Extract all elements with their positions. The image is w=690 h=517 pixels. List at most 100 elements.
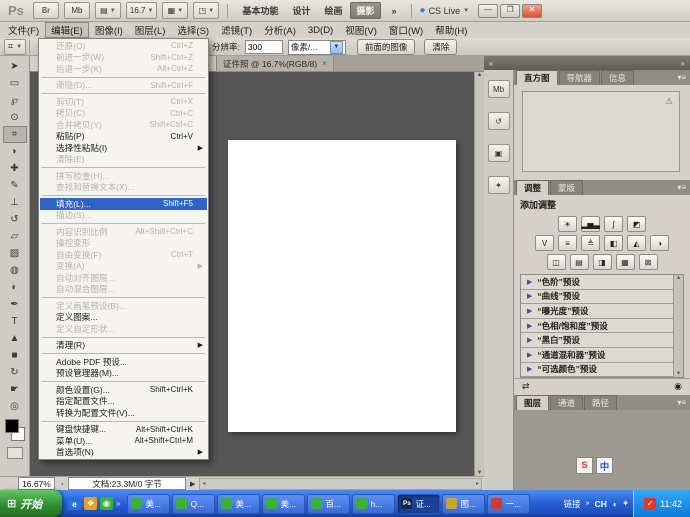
marquee-tool[interactable]: ▭ [3,75,27,92]
expand-triangle-icon[interactable]: ▶ [527,351,532,359]
panel-menu-icon[interactable]: ▾≡ [677,398,686,407]
crop-tool[interactable]: ⌗ [3,126,27,143]
collapse-panels-icon[interactable]: « [489,59,493,68]
workspace-button[interactable]: 摄影 [350,2,380,19]
panel-tab[interactable]: 直方图 [516,70,558,85]
color-balance-icon[interactable]: ≜ [581,235,600,251]
current-tool-badge[interactable]: ⌗ ▼ [4,39,26,55]
links-chevron-icon[interactable]: » [586,500,590,507]
minimize-button[interactable]: — [478,4,498,18]
edit-menu-item[interactable]: 颜色设置(G)...Shift+Ctrl+K [40,384,207,396]
expand-triangle-icon[interactable]: ▶ [527,322,532,330]
edit-menu-item[interactable]: 定义图案... [40,312,207,324]
preset-group-row[interactable]: ▶“色相/饱和度”预设 [521,319,673,334]
taskbar-app-button[interactable]: 美... [127,494,170,514]
panel-tab[interactable]: 调整 [516,180,549,195]
cs-live-button[interactable]: ● CS Live ▼ [420,5,470,16]
security-shield-icon[interactable]: ✓ [644,498,656,510]
resolution-unit-select[interactable]: 像素/... ▼ [288,40,346,55]
exposure-icon[interactable]: ◩ [627,216,646,232]
clock[interactable]: 11:42 [660,499,682,509]
edit-menu-item[interactable]: 转换为配置文件(V)... [40,407,207,419]
close-tab-icon[interactable]: × [322,59,327,68]
edit-menu-item[interactable]: 自动对齐图层... [40,272,207,284]
healing-brush-tool[interactable]: ✚ [3,160,27,177]
ie-icon[interactable]: e [68,497,81,510]
edit-menu-item[interactable]: 自动混合图层... [40,284,207,296]
threshold-icon[interactable]: ◨ [593,254,612,270]
status-expand-arrow-icon[interactable]: ▶ [190,480,195,488]
tray-misc-icon[interactable]: ✦ [622,498,629,509]
taskbar-app-button[interactable]: 百... [307,494,350,514]
browser-icon[interactable]: ◉ [100,497,113,510]
edit-menu-item[interactable]: 后退一步(K)Alt+Ctrl+Z [40,63,207,75]
eraser-tool[interactable]: ▱ [3,228,27,245]
edit-menu-item[interactable]: 填充(L)...Shift+F5 [40,198,207,210]
invert-icon[interactable]: ◫ [547,254,566,270]
menubar-item[interactable]: 图层(L) [129,22,172,38]
menubar-item[interactable]: 帮助(H) [429,22,473,38]
edit-menu-item[interactable]: 菜单(U)...Alt+Shift+Ctrl+M [40,435,207,447]
language-button[interactable]: 中 [596,457,613,474]
edit-menu-item[interactable]: 定义画笔预设(B)... [40,300,207,312]
edit-menu-item[interactable]: 指定配置文件... [40,396,207,408]
history-panel-icon[interactable]: ↺ [488,112,510,130]
edit-menu-item[interactable]: 粘贴(P)Ctrl+V [40,131,207,143]
gradient-tool[interactable]: ▨ [3,245,27,262]
preset-list-scrollbar[interactable]: ▲▼ [673,275,683,377]
close-button[interactable]: ✕ [522,4,542,18]
taskbar-app-button[interactable]: 一... [487,494,530,514]
edit-menu-item[interactable]: 定义自定形状... [40,323,207,335]
preset-group-row[interactable]: ▶“色阶”预设 [521,275,673,290]
mini-bridge-panel-icon[interactable]: Mb [488,80,510,98]
taskbar-app-button[interactable]: 图... [442,494,485,514]
workspace-overflow-button[interactable]: » [386,4,403,18]
panel-tab[interactable]: 信息 [601,70,634,85]
expand-triangle-icon[interactable]: ▶ [527,278,532,286]
levels-icon[interactable]: ▂▅▃ [581,216,600,232]
scroll-up-icon[interactable]: ▲ [477,72,483,78]
arrange-documents-button[interactable]: ▦▼ [162,2,188,19]
menubar-item[interactable]: 文件(F) [2,22,45,38]
edit-menu-item[interactable]: 渐隐(D)...Shift+Ctrl+F [40,80,207,92]
pen-tool[interactable]: ✒ [3,296,27,313]
layer-comps-panel-icon[interactable]: ▣ [488,144,510,162]
quick-mask-button[interactable] [7,447,23,459]
panel-tab[interactable]: 路径 [584,395,617,410]
type-tool[interactable]: T [3,313,27,330]
taskbar-app-button[interactable]: 美... [217,494,260,514]
panel-tab[interactable]: 图层 [516,395,549,410]
brush-tool[interactable]: ✎ [3,177,27,194]
expand-triangle-icon[interactable]: ▶ [527,336,532,344]
channel-mixer-icon[interactable]: ◑ [650,235,669,251]
hand-tool[interactable]: ☛ [3,381,27,398]
vibrance-icon[interactable]: V [535,235,554,251]
hue-saturation-icon[interactable]: ≡ [558,235,577,251]
dodge-tool[interactable]: ◐ [3,279,27,296]
edit-menu-item[interactable]: 自由变换(F)Ctrl+T [40,249,207,261]
start-button[interactable]: ⊞ 开始 [0,490,62,517]
taskbar-app-button[interactable]: 美... [262,494,305,514]
taskbar-app-button[interactable]: Q... [172,494,215,514]
edit-menu-item[interactable]: 还原(O)Ctrl+Z [40,40,207,52]
menubar-item[interactable]: 3D(D) [302,24,339,37]
edit-menu-item[interactable]: 首选项(N)▶ [40,447,207,459]
document-canvas[interactable] [228,140,456,432]
tool-presets-panel-icon[interactable]: ✦ [488,176,510,194]
shape-tool[interactable]: ■ [3,347,27,364]
zoom-percentage-field[interactable]: 16.67% [18,477,55,490]
menubar-item[interactable]: 分析(A) [258,22,302,38]
edit-menu-item[interactable]: Adobe PDF 预设... [40,356,207,368]
restore-button[interactable]: ❐ [500,4,520,18]
panel-tab[interactable]: 导航器 [559,70,601,85]
curves-icon[interactable]: ʃ [604,216,623,232]
scroll-up-icon[interactable]: ▲ [676,275,682,281]
menubar-item[interactable]: 视图(V) [339,22,383,38]
edit-menu-item[interactable]: 键盘快捷键...Alt+Shift+Ctrl+K [40,424,207,436]
panel-menu-icon[interactable]: ▾≡ [677,183,686,192]
menubar-item[interactable]: 选择(S) [171,22,215,38]
edit-menu-item[interactable]: 操控变形 [40,238,207,250]
menubar-item[interactable]: 编辑(E) [45,22,89,38]
edit-menu-item[interactable]: 描边(S)... [40,210,207,222]
eyedropper-tool[interactable]: ◗ [3,143,27,160]
